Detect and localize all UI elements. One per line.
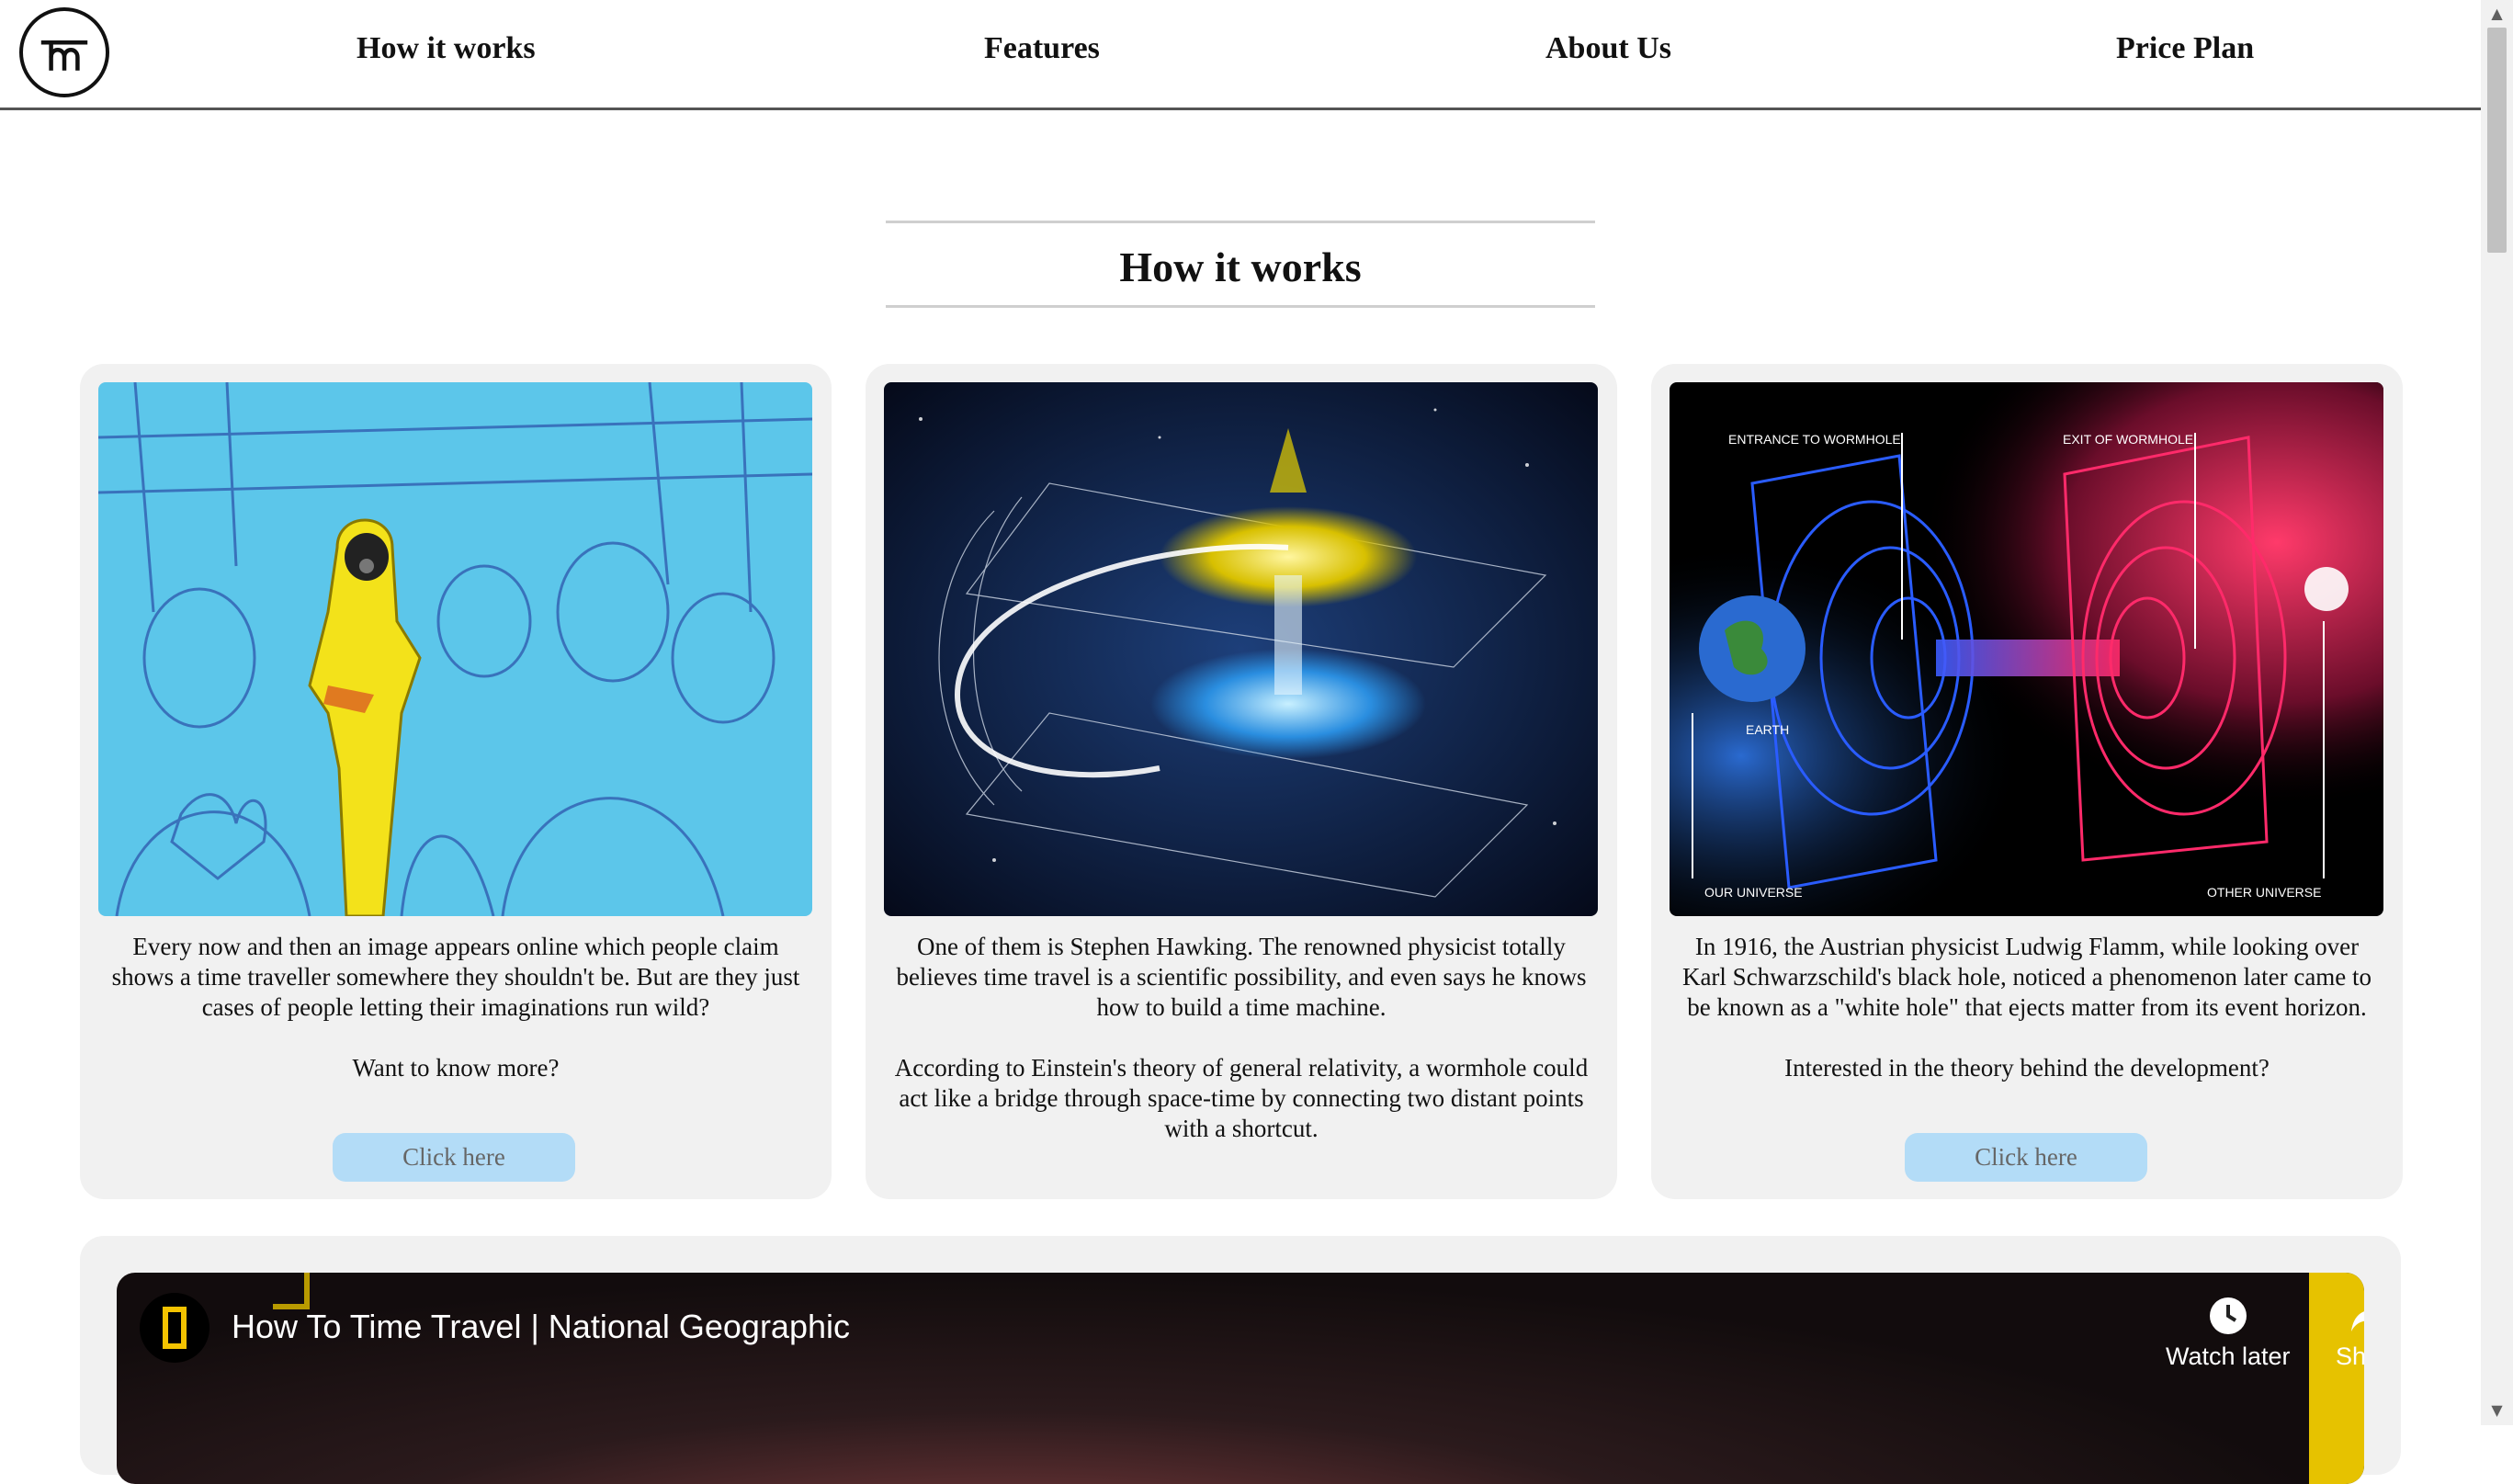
click-here-button[interactable]: Click here bbox=[1905, 1133, 2147, 1182]
card-paragraph: Want to know more? bbox=[352, 1054, 560, 1082]
video-title[interactable]: How To Time Travel | National Geographic bbox=[232, 1308, 850, 1346]
card-paragraph: Interested in the theory behind the deve… bbox=[1784, 1054, 2270, 1082]
card-paragraph: Every now and then an image appears onli… bbox=[111, 933, 800, 1021]
nav-price-plan[interactable]: Price Plan bbox=[2116, 31, 2254, 66]
label-earth: EARTH bbox=[1746, 722, 1789, 737]
video-card: How To Time Travel | National Geographic… bbox=[80, 1236, 2401, 1484]
page-scrollbar[interactable]: ▲ ▼ bbox=[2481, 0, 2513, 1425]
card-paragraph: In 1916, the Austrian physicist Ludwig F… bbox=[1681, 933, 2372, 1021]
youtube-video-embed[interactable]: How To Time Travel | National Geographic… bbox=[117, 1273, 2364, 1484]
card-text: Every now and then an image appears onli… bbox=[102, 932, 809, 1083]
natgeo-frame-decoration bbox=[273, 1273, 310, 1309]
card-wormhole-spacetime: One of them is Stephen Hawking. The reno… bbox=[866, 364, 1617, 1199]
card-paragraph: According to Einstein's theory of genera… bbox=[894, 1054, 1589, 1142]
label-entrance-to-wormhole: ENTRANCE TO WORMHOLE bbox=[1728, 432, 1901, 447]
card-text: One of them is Stephen Hawking. The reno… bbox=[888, 932, 1595, 1144]
nav-about-us[interactable]: About Us bbox=[1545, 31, 1671, 66]
scroll-up-arrow-icon[interactable]: ▲ bbox=[2481, 2, 2513, 26]
card-white-hole: ENTRANCE TO WORMHOLE EXIT OF WORMHOLE EA… bbox=[1651, 364, 2403, 1199]
watch-later-button[interactable]: Watch later bbox=[2166, 1293, 2291, 1371]
card-text: In 1916, the Austrian physicist Ludwig F… bbox=[1673, 932, 2381, 1083]
card-time-traveller: Every now and then an image appears onli… bbox=[80, 364, 832, 1199]
section-heading: How it works bbox=[886, 221, 1595, 308]
clock-icon bbox=[2209, 1297, 2247, 1334]
card-paragraph: One of them is Stephen Hawking. The reno… bbox=[896, 933, 1587, 1021]
scroll-down-arrow-icon[interactable]: ▼ bbox=[2481, 1399, 2513, 1422]
watch-later-label: Watch later bbox=[2166, 1342, 2291, 1370]
label-other-universe: OTHER UNIVERSE bbox=[2207, 885, 2321, 900]
spacetime-wormhole-illustration bbox=[884, 382, 1598, 916]
label-our-universe: OUR UNIVERSE bbox=[1704, 885, 1803, 900]
nav-features[interactable]: Features bbox=[984, 31, 1100, 66]
tm-logo-icon[interactable] bbox=[19, 7, 109, 97]
wormhole-diagram-illustration: ENTRANCE TO WORMHOLE EXIT OF WORMHOLE EA… bbox=[1670, 382, 2383, 916]
section-title: How it works bbox=[1119, 244, 1362, 290]
share-arrow-icon bbox=[2351, 1311, 2364, 1331]
nav-how-it-works[interactable]: How it works bbox=[357, 31, 536, 66]
share-button[interactable]: Share bbox=[2336, 1293, 2364, 1371]
share-label: Share bbox=[2336, 1342, 2364, 1370]
top-nav-bar: How it works Features About Us Price Pla… bbox=[0, 0, 2481, 110]
label-exit-of-wormhole: EXIT OF WORMHOLE bbox=[2063, 432, 2193, 447]
scroll-thumb[interactable] bbox=[2487, 28, 2507, 253]
click-here-button[interactable]: Click here bbox=[333, 1133, 575, 1182]
time-traveller-illustration bbox=[98, 382, 812, 916]
natgeo-channel-icon[interactable] bbox=[140, 1293, 209, 1363]
